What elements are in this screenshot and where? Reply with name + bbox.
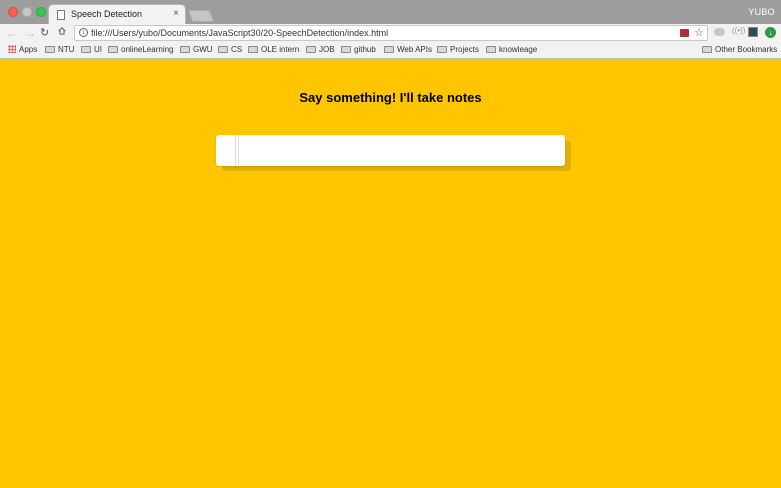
- paper-margin-line: [235, 135, 236, 166]
- bookmark-folder-cs[interactable]: CS: [218, 45, 242, 56]
- tab-title: Speech Detection: [71, 9, 143, 19]
- url-text[interactable]: file:///Users/yubo/Documents/JavaScript3…: [91, 28, 388, 38]
- bookmark-folder-job[interactable]: JOB: [306, 45, 335, 56]
- minimize-window-button[interactable]: [22, 7, 32, 17]
- dark-extension-icon[interactable]: [748, 27, 758, 37]
- home-icon[interactable]: [58, 27, 66, 35]
- back-button[interactable]: ←: [6, 26, 18, 40]
- folder-icon: [248, 46, 258, 53]
- notes-paper[interactable]: [216, 135, 565, 166]
- folder-icon: [437, 46, 447, 53]
- forward-button[interactable]: →: [24, 26, 36, 40]
- maximize-window-button[interactable]: [36, 7, 46, 17]
- bookmark-apps[interactable]: Apps: [8, 45, 37, 56]
- bookmark-folder-ntu[interactable]: NTU: [45, 45, 74, 56]
- window-title-bar: Speech Detection × YUBO: [0, 0, 781, 25]
- bookmark-folder-ui[interactable]: UI: [81, 45, 102, 56]
- bookmark-folder-web-apis[interactable]: Web APIs: [384, 45, 432, 56]
- bookmark-folder-knowleage[interactable]: knowleage: [486, 45, 537, 56]
- bookmark-label: NTU: [58, 45, 75, 54]
- bookmark-star-icon[interactable]: ☆: [694, 26, 704, 39]
- bookmark-label: GWU: [193, 45, 213, 54]
- bookmark-label: Apps: [19, 45, 38, 54]
- bookmark-label: github: [354, 45, 376, 54]
- bookmark-label: JOB: [319, 45, 335, 54]
- paper-margin-line: [238, 135, 239, 166]
- folder-icon: [81, 46, 91, 53]
- bookmark-label: UI: [94, 45, 102, 54]
- bookmark-label: Projects: [450, 45, 479, 54]
- folder-icon: [218, 46, 228, 53]
- cloud-extension-icon[interactable]: [714, 28, 725, 36]
- folder-icon: [384, 46, 394, 53]
- bookmark-label: CS: [231, 45, 243, 54]
- folder-icon: [702, 46, 712, 53]
- bookmarks-bar: Apps NTU UI onlineLearning GWU CS OLE in…: [0, 42, 781, 59]
- tab-speech-detection[interactable]: Speech Detection ×: [48, 4, 186, 25]
- bookmark-folder-github[interactable]: github: [341, 45, 376, 56]
- close-window-button[interactable]: [8, 7, 18, 17]
- bookmark-other-bookmarks[interactable]: Other Bookmarks: [702, 45, 777, 56]
- bookmark-folder-onlinelearning[interactable]: onlineLearning: [108, 45, 174, 56]
- browser-toolbar: ← → ↻ i file:///Users/yubo/Documents/Jav…: [0, 24, 781, 42]
- address-bar[interactable]: i file:///Users/yubo/Documents/JavaScrip…: [74, 25, 708, 41]
- folder-icon: [45, 46, 55, 53]
- bookmark-label: Other Bookmarks: [715, 45, 778, 54]
- document-icon: [57, 10, 65, 20]
- folder-icon: [306, 46, 316, 53]
- extension-red-icon[interactable]: [680, 29, 689, 37]
- reload-button[interactable]: ↻: [40, 26, 49, 40]
- folder-icon: [108, 46, 118, 53]
- tab-close-icon[interactable]: ×: [173, 8, 179, 20]
- bookmark-folder-projects[interactable]: Projects: [437, 45, 479, 56]
- bookmark-folder-gwu[interactable]: GWU: [180, 45, 213, 56]
- download-extension-icon[interactable]: ↓: [765, 27, 776, 38]
- broadcast-extension-icon[interactable]: ((•)): [732, 26, 745, 35]
- folder-icon: [180, 46, 190, 53]
- page-title: Say something! I'll take notes: [299, 90, 482, 105]
- bookmark-label: knowleage: [499, 45, 538, 54]
- profile-name[interactable]: YUBO: [748, 7, 775, 17]
- bookmark-label: Web APIs: [397, 45, 432, 54]
- bookmark-folder-ole-intern[interactable]: OLE intern: [248, 45, 299, 56]
- apps-grid-icon: [8, 45, 16, 53]
- info-icon[interactable]: i: [79, 28, 88, 37]
- new-tab-button[interactable]: [187, 10, 215, 22]
- folder-icon: [486, 46, 496, 53]
- bookmark-label: onlineLearning: [121, 45, 174, 54]
- folder-icon: [341, 46, 351, 53]
- bookmark-label: OLE intern: [261, 45, 300, 54]
